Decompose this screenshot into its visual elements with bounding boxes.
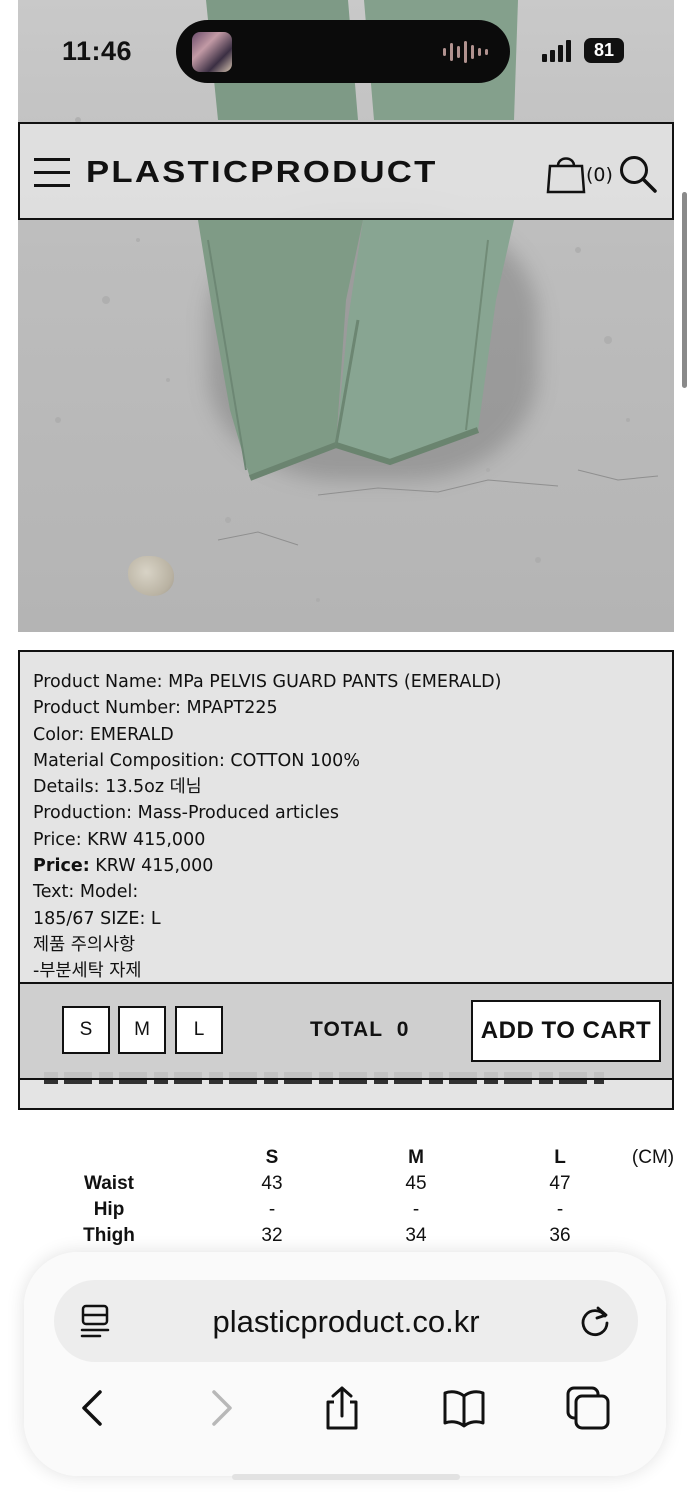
forward-icon[interactable] xyxy=(200,1386,244,1430)
bookmarks-icon[interactable] xyxy=(442,1386,486,1430)
url-text[interactable]: plasticproduct.co.kr xyxy=(54,1304,638,1340)
purchase-bar: S M L TOTAL 0 ADD TO CART xyxy=(18,982,674,1080)
size-unit: (CM) xyxy=(631,1147,675,1168)
status-time: 11:46 xyxy=(62,36,133,66)
info-line-color: Color: EMERALD xyxy=(33,724,174,745)
info-line-name: Product Name: MPa PELVIS GUARD PANTS (EM… xyxy=(33,672,502,692)
page-scrollbar[interactable] xyxy=(682,192,687,388)
cell-waist-s: 43 xyxy=(261,1173,283,1194)
site-logo[interactable]: PLASTICPRODUCT xyxy=(86,154,438,190)
cell-thigh-s: 32 xyxy=(261,1225,283,1246)
size-col-l: L xyxy=(554,1147,566,1168)
shopping-bag-icon[interactable] xyxy=(546,152,586,194)
cell-waist-l: 47 xyxy=(549,1173,571,1194)
total-price: TOTAL 0 xyxy=(310,1018,410,1041)
info-line-details: Details: 13.5oz 데님 xyxy=(33,777,202,798)
site-header: PLASTICPRODUCT (0) xyxy=(18,122,674,220)
cell-hip-l: - xyxy=(556,1199,564,1220)
info-line-number: Product Number: MPAPT225 xyxy=(33,698,278,719)
info-line-production: Production: Mass-Produced articles xyxy=(33,803,339,824)
info-line-model-size: 185/67 SIZE: L xyxy=(33,908,161,929)
info-line-care: -부분세탁 자제 xyxy=(33,961,142,982)
size-option-m[interactable]: M xyxy=(118,1006,166,1054)
product-photo xyxy=(18,0,674,632)
hamburger-menu-icon[interactable] xyxy=(34,158,70,188)
cell-hip-s: - xyxy=(268,1199,276,1220)
home-indicator xyxy=(232,1474,460,1480)
share-icon[interactable] xyxy=(320,1386,364,1430)
browser-toolbar: plasticproduct.co.kr xyxy=(24,1252,666,1476)
row-label-waist: Waist xyxy=(84,1173,134,1194)
product-info-lines: Product Name: MPa PELVIS GUARD PANTS (EM… xyxy=(33,669,501,985)
row-label-thigh: Thigh xyxy=(83,1225,135,1246)
cart-count[interactable]: (0) xyxy=(586,164,613,186)
reload-icon[interactable] xyxy=(578,1304,612,1338)
info-line-text: Text: Model: xyxy=(33,882,139,903)
info-line-material: Material Composition: COTTON 100% xyxy=(33,750,360,771)
cellular-signal-icon xyxy=(542,40,571,62)
info-line-care-title: 제품 주의사항 xyxy=(33,934,136,955)
info-line-price: Price: KRW 415,000 xyxy=(33,829,206,850)
back-icon[interactable] xyxy=(70,1386,114,1430)
cell-waist-m: 45 xyxy=(405,1173,427,1194)
size-option-s[interactable]: S xyxy=(62,1006,110,1054)
search-icon[interactable] xyxy=(618,154,658,194)
cell-thigh-m: 34 xyxy=(405,1225,427,1246)
size-option-l[interactable]: L xyxy=(175,1006,223,1054)
battery-indicator: 81 xyxy=(584,38,624,63)
size-col-s: S xyxy=(265,1147,279,1168)
address-bar[interactable]: plasticproduct.co.kr xyxy=(54,1280,638,1362)
dynamic-island[interactable] xyxy=(176,20,510,83)
tabs-icon[interactable] xyxy=(566,1386,610,1430)
info-line-price-bold: Price: KRW 415,000 xyxy=(33,856,214,877)
add-to-cart-button[interactable]: ADD TO CART xyxy=(471,1000,661,1062)
cell-thigh-l: 36 xyxy=(549,1225,571,1246)
now-playing-artwork xyxy=(192,32,232,72)
size-col-m: M xyxy=(408,1147,424,1168)
cell-hip-m: - xyxy=(412,1199,420,1220)
audio-wave-icon xyxy=(443,41,488,63)
row-label-hip: Hip xyxy=(93,1199,125,1220)
